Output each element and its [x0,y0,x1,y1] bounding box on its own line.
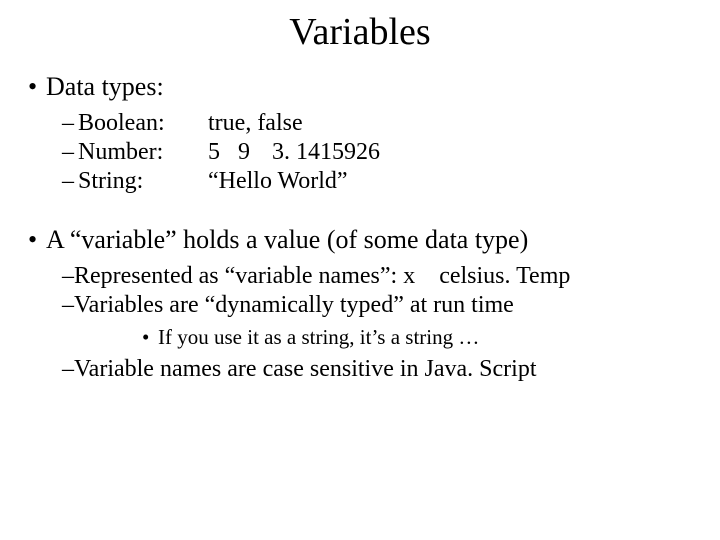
dash-icon: – [62,168,78,195]
type-values-number: 59 3. 1415926 [208,139,380,166]
sub-sub-item: •If you use it as a string, it’s a strin… [142,325,700,350]
dash-icon: – [62,110,78,137]
var-example-celsius: celsius. Temp [439,263,570,289]
var-example-x: x [403,263,415,289]
list-item: –Boolean:true, false [62,110,700,137]
type-label-number: Number: [78,139,208,166]
bullet-dot-icon: • [142,325,158,350]
list-item: –Variables are “dynamically typed” at ru… [62,292,700,319]
variable-sublist: –Represented as “variable names”: x cels… [62,263,700,383]
data-types-list: –Boolean:true, false –Number:593. 141592… [62,110,700,195]
bullet-variable-def: •A “variable” holds a value (of some dat… [28,225,700,255]
dash-icon: – [62,263,74,289]
slide: Variables •Data types: –Boolean:true, fa… [0,0,720,540]
type-label-boolean: Boolean: [78,110,208,137]
bullet-dot-icon: • [28,225,46,255]
type-label-string: String: [78,168,208,195]
bullet-data-types: •Data types: [28,72,700,102]
num-val: 5 [208,139,220,165]
bullet-data-types-text: Data types: [46,72,164,101]
list-item: –Number:59 3. 1415926 [62,139,700,166]
represented-text: Represented as “variable names”: [74,263,403,289]
type-values-string: “Hello World” [208,168,348,195]
list-item: –Variable names are case sensitive in Ja… [62,356,700,383]
dash-icon: – [62,292,74,318]
bullet-variable-def-text: A “variable” holds a value (of some data… [46,225,528,254]
num-val: 3. 1415926 [272,139,380,165]
slide-title: Variables [20,10,700,54]
spacer [415,263,439,289]
type-values-boolean: true, false [208,110,303,137]
case-sensitive-text: Variable names are case sensitive in Jav… [74,356,537,382]
bullet-dot-icon: • [28,72,46,102]
use-as-string-text: If you use it as a string, it’s a string… [158,325,479,349]
list-item: –Represented as “variable names”: x cels… [62,263,700,290]
dash-icon: – [62,356,74,382]
dash-icon: – [62,139,78,166]
dynamic-typed-text: Variables are “dynamically typed” at run… [74,292,514,318]
num-val: 9 [238,139,250,165]
list-item: –String:“Hello World” [62,168,700,195]
